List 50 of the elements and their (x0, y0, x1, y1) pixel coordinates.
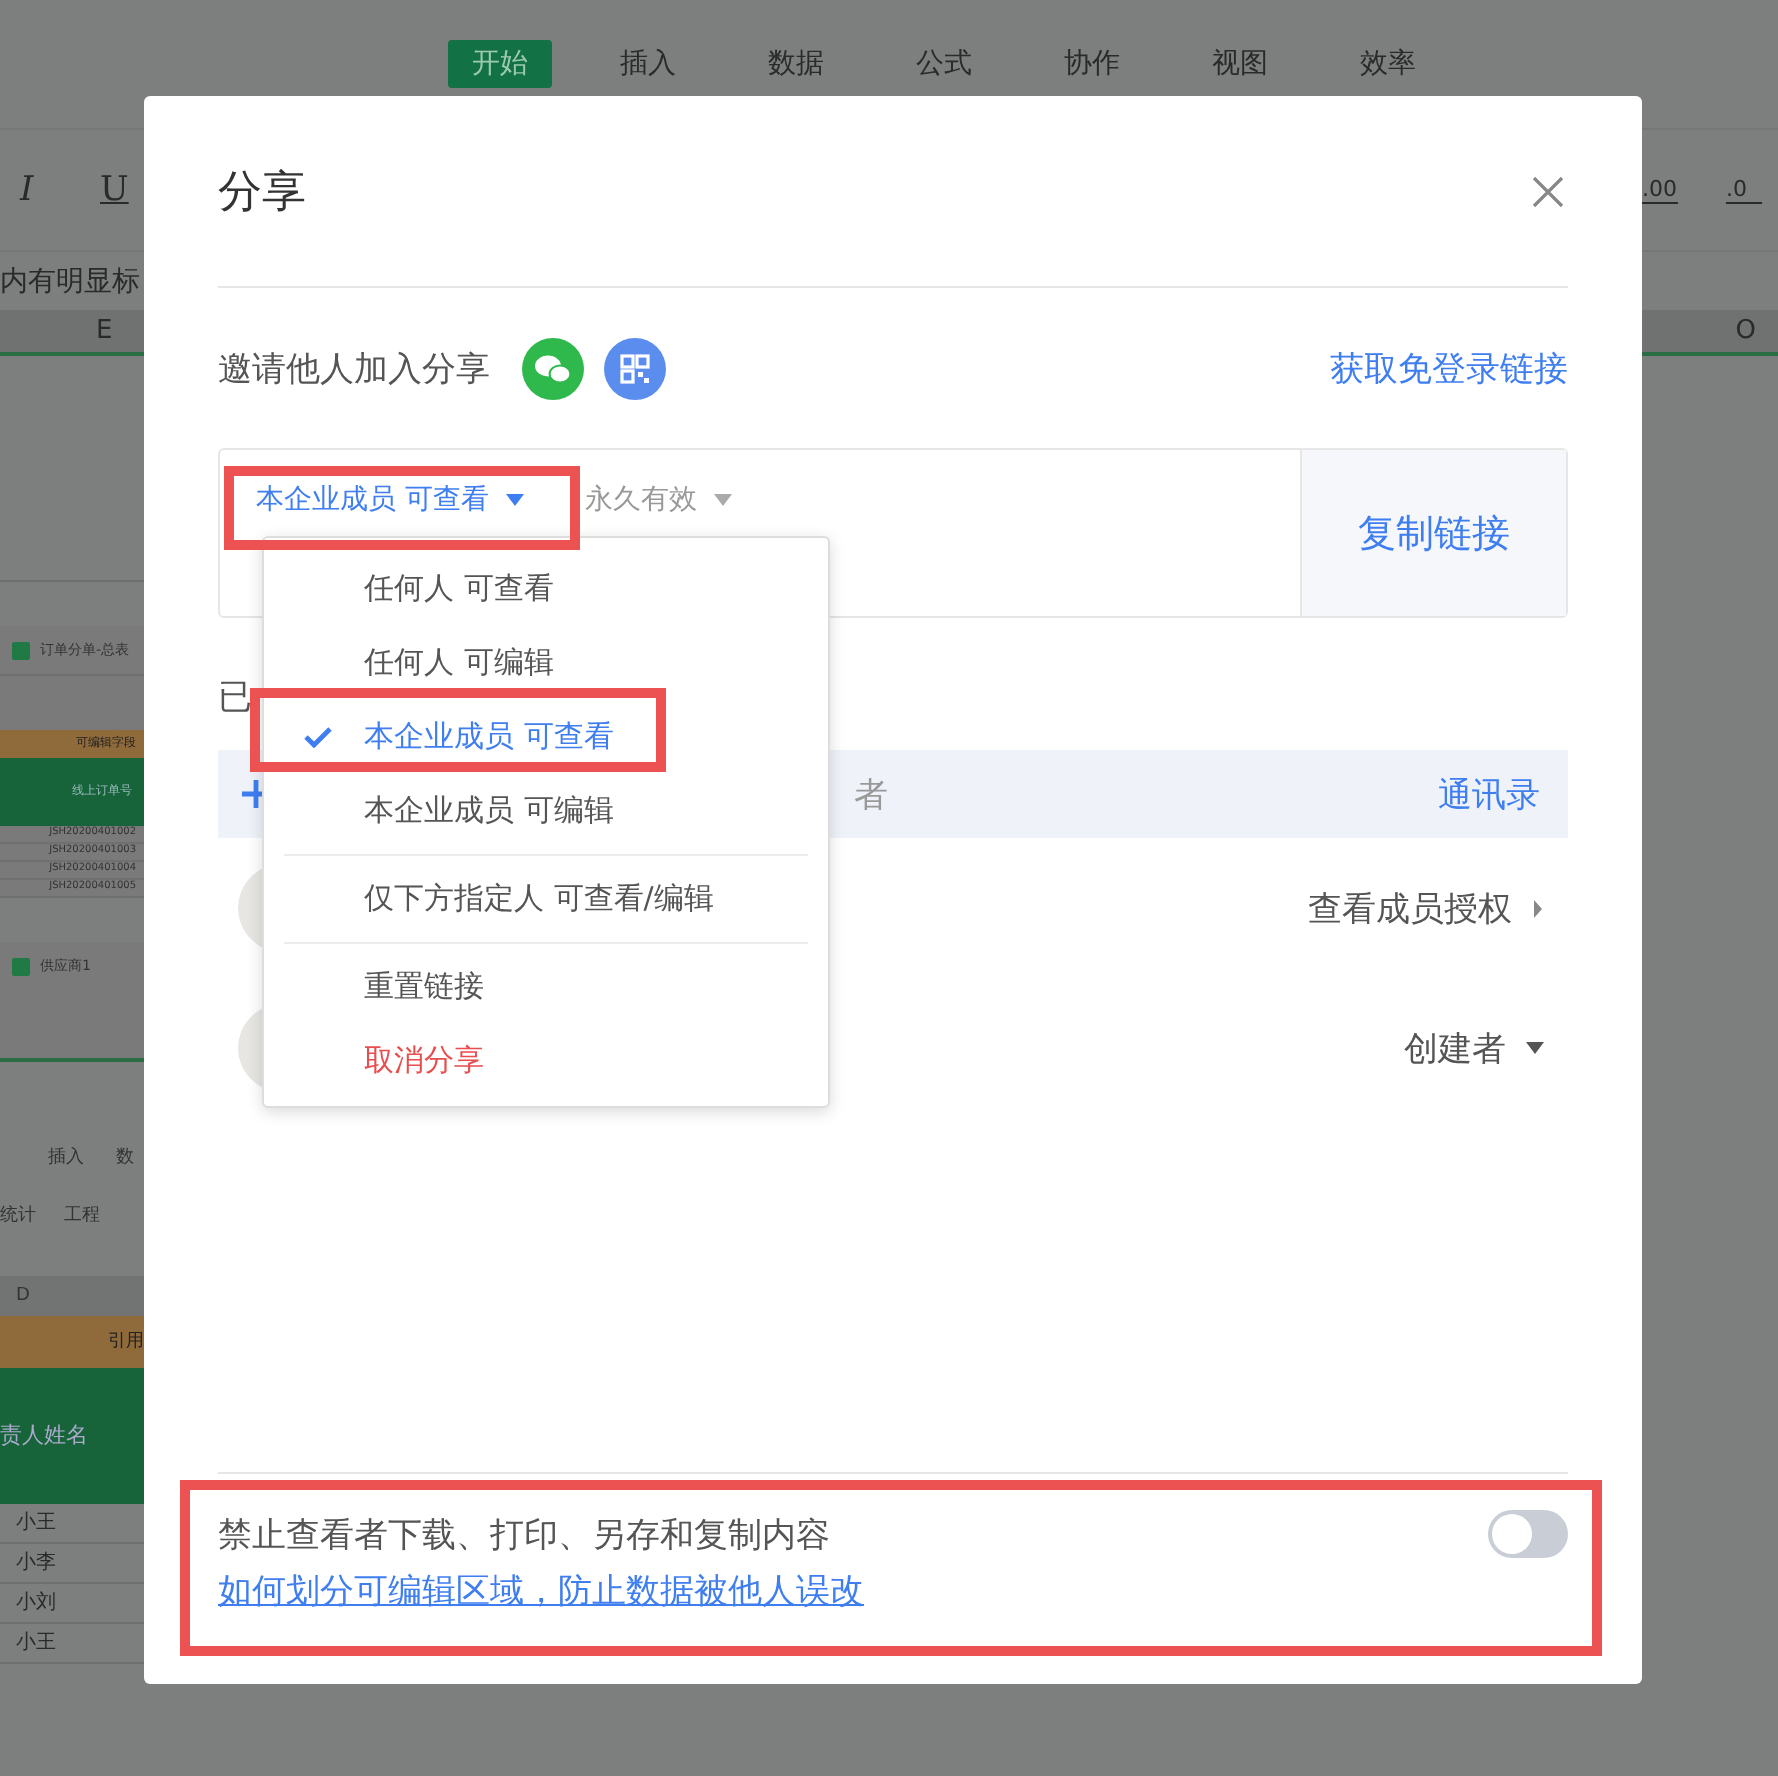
column-letter: E (96, 316, 113, 346)
formula-text: 内有明显标 (0, 263, 140, 299)
sheet-icon (12, 957, 30, 975)
check-icon (304, 726, 332, 748)
menu-item[interactable]: 任何人 可查看 (264, 552, 828, 626)
ribbon-tab[interactable]: 协作 (1040, 40, 1144, 88)
italic-button[interactable]: I (20, 170, 100, 210)
validity-dropdown[interactable]: 永久有效 (584, 482, 733, 518)
header-cell: 引用 (0, 1316, 144, 1368)
caret-icon (714, 494, 733, 506)
menu-item[interactable]: 仅下方指定人 可查看/编辑 (264, 862, 828, 936)
ribbon-tab[interactable]: 数 (116, 1143, 134, 1169)
menu-item[interactable]: 本企业成员 可编辑 (264, 774, 828, 848)
close-icon[interactable] (1530, 173, 1566, 209)
header-cell: 责人姓名 (0, 1368, 144, 1504)
add-member-hint: 者 (854, 773, 888, 817)
caret-icon (506, 494, 525, 506)
section-label: 已 (218, 676, 252, 722)
menu-item[interactable]: 重置链接 (264, 950, 828, 1024)
column-letter: O (1735, 316, 1756, 346)
qr-code-icon[interactable] (604, 337, 666, 399)
sheet-icon (12, 641, 30, 659)
column-letter: D (0, 1276, 144, 1316)
help-link[interactable]: 如何划分可编辑区域，防止数据被他人误改 (218, 1568, 864, 1614)
toggle-switch[interactable] (1488, 1510, 1568, 1558)
ribbon-tab[interactable]: 数据 (744, 40, 848, 88)
chat-bubbles-icon[interactable] (522, 337, 584, 399)
menu-item[interactable]: 任何人 可编辑 (264, 626, 828, 700)
caret-icon (1526, 1042, 1544, 1054)
cancel-share-item[interactable]: 取消分享 (264, 1024, 828, 1098)
member-permissions-link[interactable]: 查看成员授权 (1308, 885, 1544, 931)
decimal-button[interactable]: .0 (1726, 177, 1762, 203)
invite-label: 邀请他人加入分享 (218, 347, 490, 391)
free-login-link[interactable]: 获取免登录链接 (1330, 345, 1568, 391)
contacts-link[interactable]: 通讯录 (1438, 771, 1540, 817)
copy-link-button[interactable]: 复制链接 (1300, 450, 1566, 616)
ribbon-tab[interactable]: 开始 (448, 40, 552, 88)
ribbon-tab[interactable]: 效率 (1336, 40, 1440, 88)
ribbon-tab[interactable]: 视图 (1188, 40, 1292, 88)
ribbon-tab[interactable]: 公式 (892, 40, 996, 88)
dialog-title: 分享 (218, 165, 306, 221)
toolbar-item[interactable]: 工程 (64, 1201, 100, 1227)
toolbar-item[interactable]: 统计 (0, 1201, 36, 1227)
permission-dropdown[interactable]: 本企业成员 可查看 (256, 482, 525, 518)
restrict-label: 禁止查看者下载、打印、另存和复制内容 (218, 1513, 830, 1557)
ribbon-tab[interactable]: 插入 (596, 40, 700, 88)
menu-item[interactable]: 本企业成员 可查看 (264, 700, 828, 774)
ribbon-tab[interactable]: 插入 (48, 1143, 84, 1169)
role-dropdown[interactable]: 创建者 (1404, 1025, 1544, 1071)
chevron-icon (1532, 899, 1544, 917)
